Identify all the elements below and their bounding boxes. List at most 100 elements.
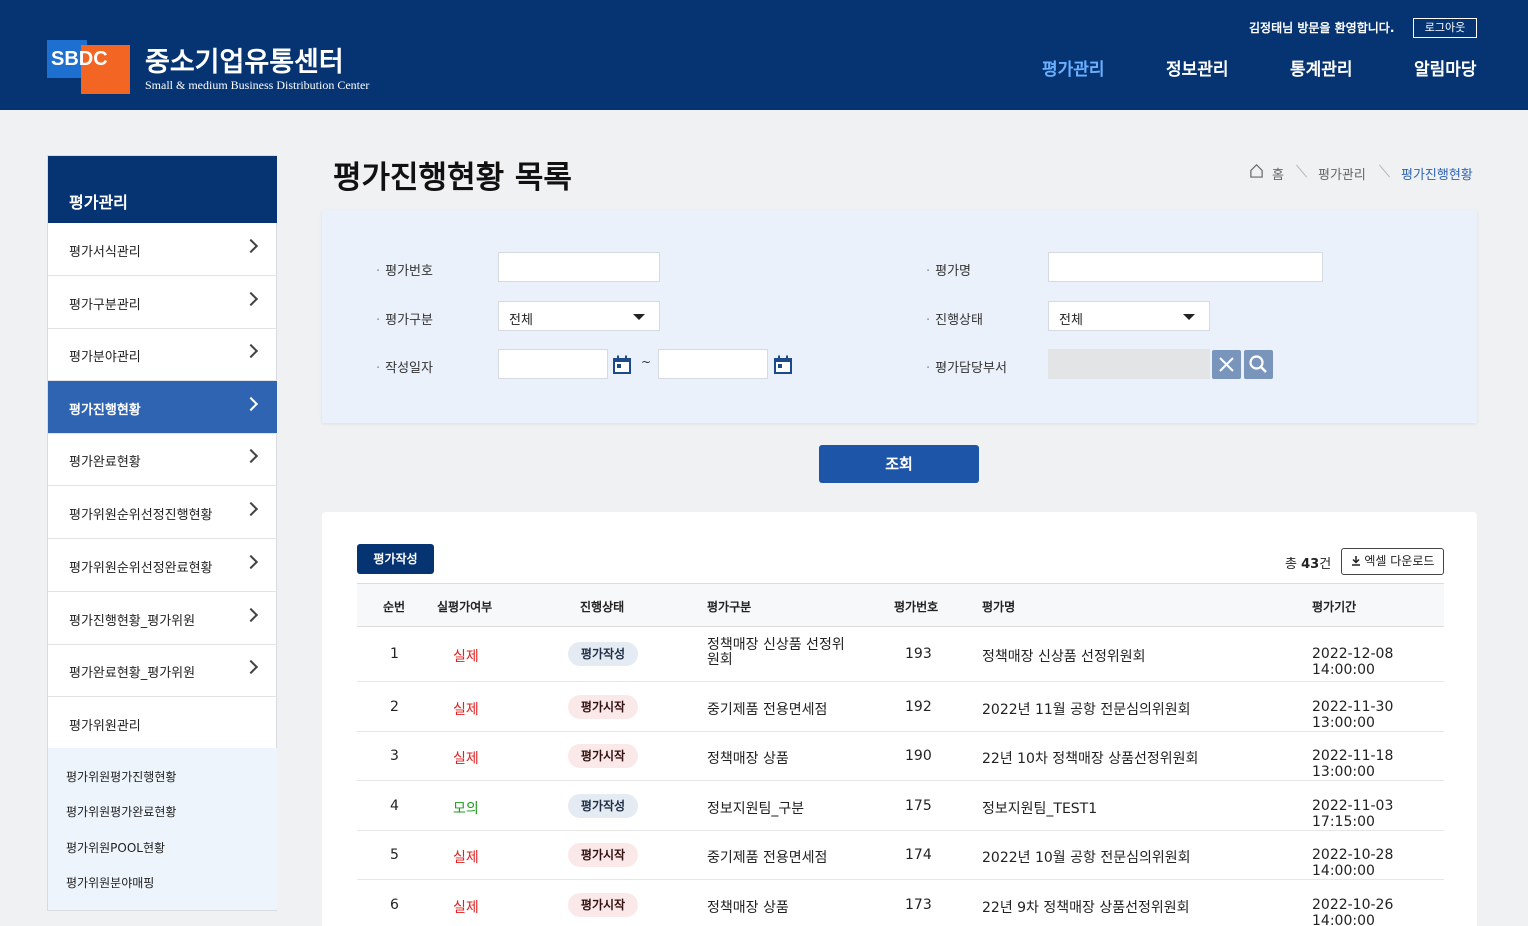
cell-real: 실제 (453, 900, 479, 916)
start-date-input[interactable] (498, 349, 608, 379)
eval-name-input[interactable] (1048, 252, 1323, 282)
chevron-right-icon (243, 659, 259, 675)
table-row[interactable]: 1 실제 평가작성 정책매장 신상품 선정위원회 193 정책매장 신상품 선정… (357, 627, 1444, 682)
chevron-right-icon (243, 343, 259, 359)
cell-period: 2022-10-26 14:00:00 (1312, 897, 1394, 926)
calendar-icon[interactable] (773, 355, 793, 375)
cell-eval-no: 193 (905, 646, 932, 662)
cell-no: 6 (390, 897, 399, 913)
nav-evaluation[interactable]: 평가관리 (1042, 55, 1105, 80)
submenu-item-member-field-mapping[interactable]: 평가위원분야매핑 (66, 874, 154, 891)
page-title: 평가진행현황 목록 (333, 160, 572, 196)
eval-no-input[interactable] (498, 252, 660, 282)
table-row[interactable]: 6 실제 평가시작 정책매장 상품 173 22년 9차 정책매장 상품선정위원… (357, 880, 1444, 926)
status-badge: 평가시작 (568, 744, 638, 768)
cell-real: 실제 (453, 649, 479, 665)
welcome-message: 김정태님 방문을 환영합니다. (1249, 21, 1395, 35)
sidebar-item-label: 평가분야관리 (69, 350, 141, 365)
status-badge: 평가작성 (568, 642, 638, 666)
search-panel (322, 210, 1477, 423)
sidebar-item-label: 평가구분관리 (69, 298, 141, 313)
nav-information[interactable]: 정보관리 (1166, 55, 1229, 80)
cell-name[interactable]: 22년 9차 정책매장 상품선정위원회 (982, 897, 1190, 917)
sidebar-item-member-manage[interactable]: 평가위원관리 (48, 697, 277, 750)
col-status: 진행상태 (580, 600, 625, 614)
dept-search-button[interactable] (1244, 350, 1273, 379)
sidebar-item-form[interactable]: 평가서식관리 (48, 223, 277, 276)
sidebar-item-label: 평가진행현황_평가위원 (69, 614, 196, 629)
cell-period: 2022-12-08 14:00:00 (1312, 646, 1394, 678)
eval-name-label: 평가명 (926, 260, 971, 279)
table-row[interactable]: 5 실제 평가시작 중기제품 전용면세점 174 2022년 10월 공항 전문… (357, 831, 1444, 880)
submenu-item-member-complete[interactable]: 평가위원평가완료현황 (66, 803, 176, 820)
nav-notice[interactable]: 알림마당 (1414, 55, 1477, 80)
status-badge: 평가시작 (568, 843, 638, 867)
sidebar-item-complete[interactable]: 평가완료현황 (48, 433, 277, 486)
eval-type-select[interactable]: 전체 (498, 301, 660, 331)
status-badge: 평가시작 (568, 695, 638, 719)
breadcrumb-evaluation[interactable]: 평가관리 (1318, 164, 1366, 183)
cell-name[interactable]: 정보지원팀_TEST1 (982, 798, 1097, 818)
sidebar-item-label: 평가진행현황 (69, 403, 141, 418)
breadcrumb-home[interactable]: 홈 (1272, 164, 1284, 183)
submenu-item-member-progress[interactable]: 평가위원평가진행현황 (66, 768, 176, 785)
caret-down-icon (633, 314, 645, 320)
cell-eval-no: 173 (905, 897, 932, 913)
excel-download-button[interactable]: 엑셀 다운로드 (1341, 548, 1444, 575)
logout-button[interactable]: 로그아웃 (1413, 18, 1477, 38)
clear-button[interactable] (1212, 350, 1241, 379)
sidebar-item-complete-member[interactable]: 평가완료현황_평가위원 (48, 644, 277, 697)
cell-no: 3 (390, 748, 399, 764)
search-submit-button[interactable]: 조회 (819, 445, 979, 483)
end-date-input[interactable] (658, 349, 768, 379)
status-badge: 평가시작 (568, 893, 638, 917)
date-range-separator: ~ (641, 355, 652, 369)
status-select[interactable]: 전체 (1048, 301, 1210, 331)
chevron-right-icon (243, 448, 259, 464)
table-row[interactable]: 4 모의 평가작성 정보지원팀_구분 175 정보지원팀_TEST1 2022-… (357, 781, 1444, 831)
status-label: 진행상태 (926, 309, 983, 328)
chevron-right-icon (243, 554, 259, 570)
col-name: 평가명 (982, 600, 1016, 614)
sidebar-item-rank-complete[interactable]: 평가위원순위선정완료현황 (48, 539, 277, 592)
cell-eval-no: 174 (905, 847, 932, 863)
table-row[interactable]: 3 실제 평가시작 정책매장 상품 190 22년 10차 정책매장 상품선정위… (357, 732, 1444, 781)
col-period: 평가기간 (1312, 600, 1357, 614)
excel-download-label: 엑셀 다운로드 (1364, 554, 1435, 568)
download-icon (1351, 556, 1360, 566)
sidebar-item-progress[interactable]: 평가진행현황 (48, 381, 277, 434)
caret-down-icon (1183, 314, 1195, 320)
cell-type: 정책매장 상품 (707, 900, 789, 916)
cell-name[interactable]: 2022년 10월 공항 전문심의위원회 (982, 847, 1190, 867)
cell-no: 2 (390, 699, 399, 715)
col-type: 평가구분 (707, 600, 752, 614)
sidebar-submenu: 평가위원평가진행현황 평가위원평가완료현황 평가위원POOL현황 평가위원분야매… (48, 748, 277, 910)
sidebar-item-type[interactable]: 평가구분관리 (48, 276, 277, 329)
sidebar-item-label: 평가위원순위선정진행현황 (69, 508, 213, 523)
total-count: 총 43건 (1285, 553, 1331, 572)
brand-subtitle: Small & medium Business Distribution Cen… (145, 78, 370, 92)
cell-name[interactable]: 정책매장 신상품 선정위원회 (982, 646, 1145, 666)
sidebar-item-label: 평가위원관리 (69, 719, 141, 734)
cell-no: 1 (390, 646, 399, 662)
cell-period: 2022-11-03 17:15:00 (1312, 798, 1394, 830)
sidebar-item-label: 평가완료현황 (69, 455, 141, 470)
home-icon[interactable] (1249, 163, 1264, 178)
cell-name[interactable]: 22년 10차 정책매장 상품선정위원회 (982, 748, 1198, 768)
table-row[interactable]: 2 실제 평가시작 중기제품 전용면세점 192 2022년 11월 공항 전문… (357, 682, 1444, 732)
close-icon (1219, 357, 1234, 372)
calendar-icon[interactable] (612, 355, 632, 375)
sidebar-item-rank-progress[interactable]: 평가위원순위선정진행현황 (48, 486, 277, 539)
submenu-item-member-pool[interactable]: 평가위원POOL현황 (66, 839, 165, 856)
sbdc-logo[interactable]: SBDC (47, 40, 131, 94)
cell-period: 2022-11-30 13:00:00 (1312, 699, 1394, 731)
chevron-right-icon (243, 291, 259, 307)
cell-real: 실제 (453, 702, 479, 718)
cell-type: 중기제품 전용면세점 (707, 850, 828, 866)
nav-statistics[interactable]: 통계관리 (1290, 55, 1353, 80)
sidebar-item-progress-member[interactable]: 평가진행현황_평가위원 (48, 592, 277, 645)
sidebar-item-field[interactable]: 평가분야관리 (48, 328, 277, 381)
create-evaluation-button[interactable]: 평가작성 (357, 544, 434, 574)
cell-name[interactable]: 2022년 11월 공항 전문심의위원회 (982, 699, 1190, 719)
total-suffix: 건 (1319, 557, 1332, 572)
